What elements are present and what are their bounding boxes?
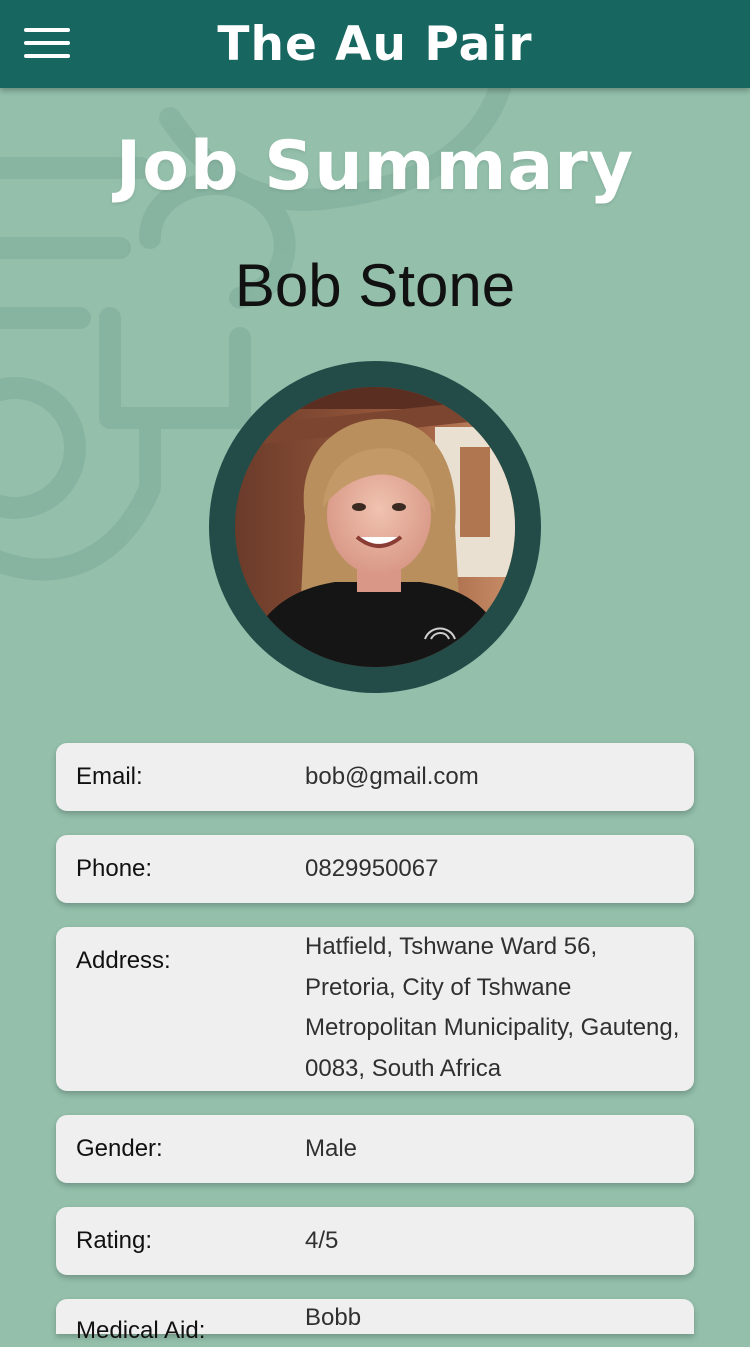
address-value: Hatfield, Tshwane Ward 56, Pretoria, Cit…: [305, 933, 680, 1082]
gender-label: Gender:: [76, 1135, 163, 1162]
profile-photo: [235, 387, 515, 667]
email-label: Email:: [76, 763, 143, 790]
rating-label: Rating:: [76, 1227, 153, 1254]
gender-card: Gender: Male: [56, 1115, 694, 1183]
gender-value: Male: [305, 1135, 358, 1162]
email-card: Email: bob@gmail.com: [56, 743, 694, 811]
top-app-bar: The Au Pair: [0, 0, 750, 88]
phone-value: 0829950067: [305, 855, 439, 882]
medical-aid-value: Bobb: [305, 1304, 362, 1331]
medical-aid-card: Medical Aid: Bobb: [56, 1299, 694, 1344]
rating-value: 4/5: [305, 1227, 339, 1254]
address-card: Address: Hatfield, Tshwane Ward 56, Pret…: [56, 927, 694, 1091]
medical-aid-label: Medical Aid:: [76, 1317, 206, 1344]
phone-label: Phone:: [76, 855, 153, 882]
phone-card: Phone: 0829950067: [56, 835, 694, 903]
person-name: Bob Stone: [234, 252, 516, 319]
address-label: Address:: [76, 947, 171, 974]
page-title: Job Summary: [115, 127, 635, 206]
rating-card: Rating: 4/5: [56, 1207, 694, 1275]
app-title: The Au Pair: [217, 17, 533, 72]
avatar: [235, 387, 515, 667]
email-value: bob@gmail.com: [305, 763, 479, 790]
